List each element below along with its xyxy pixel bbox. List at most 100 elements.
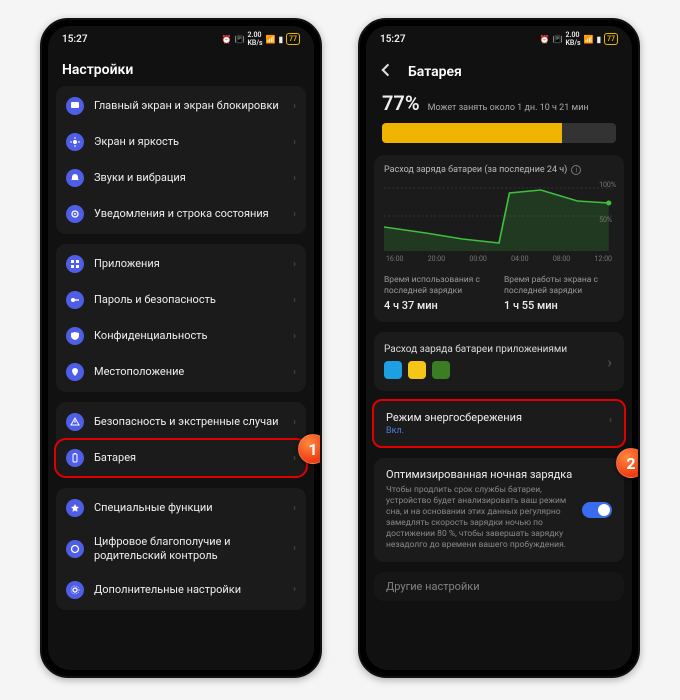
alarm-icon: ⏰	[540, 35, 550, 44]
apps-icon	[66, 255, 84, 273]
chevron-right-icon: ›	[609, 415, 612, 426]
chevron-right-icon: ›	[293, 503, 296, 514]
app-icon	[384, 361, 402, 379]
row-safety-emergency[interactable]: Безопасность и экстренные случаи ›	[56, 404, 306, 440]
row-privacy[interactable]: Конфиденциальность ›	[56, 318, 306, 354]
back-button[interactable]	[380, 62, 394, 81]
battery-level-row: 77% Может занять около 1 дн. 10 ч 21 мин	[374, 89, 624, 117]
battery-bar-fill	[382, 123, 562, 143]
info-icon[interactable]: i	[571, 165, 581, 175]
row-label: Приложения	[94, 257, 283, 271]
battery-indicator: 77	[286, 33, 300, 45]
status-icons: ⏰ 📳 2.00KB/s 📶 ▮ 77	[540, 31, 618, 47]
vibrate-icon: 📳	[235, 35, 245, 44]
row-apps[interactable]: Приложения ›	[56, 246, 306, 282]
notification-icon	[66, 205, 84, 223]
chevron-right-icon: ›	[293, 543, 296, 554]
vibrate-icon: 📳	[553, 35, 563, 44]
wellbeing-icon	[66, 540, 84, 558]
opt-desc: Чтобы продлить срок службы батареи, устр…	[386, 485, 576, 551]
screen-settings: 15:27 ⏰ 📳 2.00KB/s 📶 ▮ 77 Настройки Глав…	[48, 26, 314, 670]
chevron-right-icon: ›	[293, 209, 296, 220]
settings-list: Главный экран и экран блокировки › Экран…	[48, 86, 314, 628]
toggle-switch[interactable]	[582, 502, 612, 518]
usage-card-title: Расход заряда батареи (за последние 24 ч…	[384, 165, 614, 175]
wifi-icon: 📶	[584, 35, 594, 44]
section-extra: Специальные функции › Цифровое благополу…	[56, 488, 306, 610]
shield-icon	[66, 327, 84, 345]
row-label: Батарея	[94, 451, 283, 465]
battery-bar	[374, 117, 624, 155]
app-icon	[408, 361, 426, 379]
chevron-right-icon: ›	[293, 101, 296, 112]
battery-bar-track	[382, 123, 616, 143]
page-title: Батарея	[408, 64, 462, 80]
phone-frame-right: 15:27 ⏰ 📳 2.00KB/s 📶 ▮ 77 Батарея 77% Мо…	[358, 18, 640, 678]
row-home-lock-screen[interactable]: Главный экран и экран блокировки ›	[56, 88, 306, 124]
psm-status: Вкл.	[386, 426, 612, 436]
app-usage-card[interactable]: Расход заряда батареи приложениями ›	[374, 332, 624, 391]
battery-content: 77% Может занять около 1 дн. 10 ч 21 мин…	[366, 89, 632, 619]
row-label: Местоположение	[94, 365, 283, 379]
app-usage-icons	[384, 361, 614, 379]
row-label: Пароль и безопасность	[94, 293, 283, 307]
usage-card[interactable]: Расход заряда батареи (за последние 24 ч…	[374, 155, 624, 322]
alarm-icon: ⏰	[222, 35, 232, 44]
chevron-right-icon: ›	[293, 417, 296, 428]
status-time: 15:27	[380, 34, 406, 45]
status-time: 15:27	[62, 34, 88, 45]
row-label: Специальные функции	[94, 501, 283, 515]
gear-icon	[66, 581, 84, 599]
sun-icon	[66, 133, 84, 151]
chevron-right-icon: ›	[293, 584, 296, 595]
battery-estimate: Может занять около 1 дн. 10 ч 21 мин	[428, 103, 589, 113]
status-icons: ⏰ 📳 2.00KB/s 📶 ▮ 77	[222, 31, 300, 47]
row-optimized-night-charge[interactable]: Оптимизированная ночная зарядка Чтобы пр…	[374, 458, 624, 561]
row-label: Экран и яркость	[94, 135, 283, 149]
chevron-right-icon: ›	[293, 453, 296, 464]
stat-usage-time: Время использования с последней зарядки …	[384, 275, 494, 312]
monitor-icon	[66, 97, 84, 115]
row-sound-vibration[interactable]: Звуки и вибрация ›	[56, 160, 306, 196]
row-location[interactable]: Местоположение ›	[56, 354, 306, 390]
phone-frame-left: 15:27 ⏰ 📳 2.00KB/s 📶 ▮ 77 Настройки Глав…	[40, 18, 322, 678]
chevron-right-icon: ›	[293, 295, 296, 306]
row-digital-wellbeing[interactable]: Цифровое благополучие и родительский кон…	[56, 526, 306, 572]
row-power-saving-mode[interactable]: Режим энергосбережения Вкл. ›	[372, 399, 626, 448]
wifi-icon: 📶	[266, 35, 276, 44]
annotation-marker-1: 1	[298, 434, 322, 464]
annotation-marker-2: 2	[616, 448, 640, 478]
app-icon	[432, 361, 450, 379]
battery-icon	[66, 449, 84, 467]
psm-title: Режим энергосбережения	[386, 411, 612, 424]
row-other-settings[interactable]: Другие настройки	[374, 572, 624, 601]
row-label: Безопасность и экстренные случаи	[94, 415, 283, 429]
opt-title: Оптимизированная ночная зарядка	[386, 468, 576, 481]
row-label: Главный экран и экран блокировки	[94, 99, 283, 113]
row-password-security[interactable]: Пароль и безопасность ›	[56, 282, 306, 318]
chevron-right-icon: ›	[293, 331, 296, 342]
stat-screen-time: Время работы экрана с последней зарядки …	[504, 275, 614, 312]
row-battery[interactable]: Батарея ›	[54, 438, 308, 478]
battery-percentage: 77%	[382, 91, 420, 115]
row-label: Дополнительные настройки	[94, 583, 283, 597]
page-header: Настройки	[48, 52, 314, 86]
row-special-features[interactable]: Специальные функции ›	[56, 490, 306, 526]
row-notifications-status[interactable]: Уведомления и строка состояния ›	[56, 196, 306, 232]
emergency-icon	[66, 413, 84, 431]
network-label: 2.00KB/s	[565, 31, 580, 47]
chevron-right-icon: ›	[607, 352, 612, 371]
row-display-brightness[interactable]: Экран и яркость ›	[56, 124, 306, 160]
battery-indicator: 77	[604, 33, 618, 45]
chevron-right-icon: ›	[293, 367, 296, 378]
signal-icon: ▮	[279, 35, 283, 44]
row-label: Цифровое благополучие и родительский кон…	[94, 535, 283, 563]
section-system: Безопасность и экстренные случаи › Батар…	[56, 402, 306, 478]
star-icon	[66, 499, 84, 517]
signal-icon: ▮	[597, 35, 601, 44]
chevron-right-icon: ›	[293, 173, 296, 184]
network-label: 2.00KB/s	[247, 31, 262, 47]
key-icon	[66, 291, 84, 309]
location-icon	[66, 363, 84, 381]
row-additional-settings[interactable]: Дополнительные настройки ›	[56, 572, 306, 608]
